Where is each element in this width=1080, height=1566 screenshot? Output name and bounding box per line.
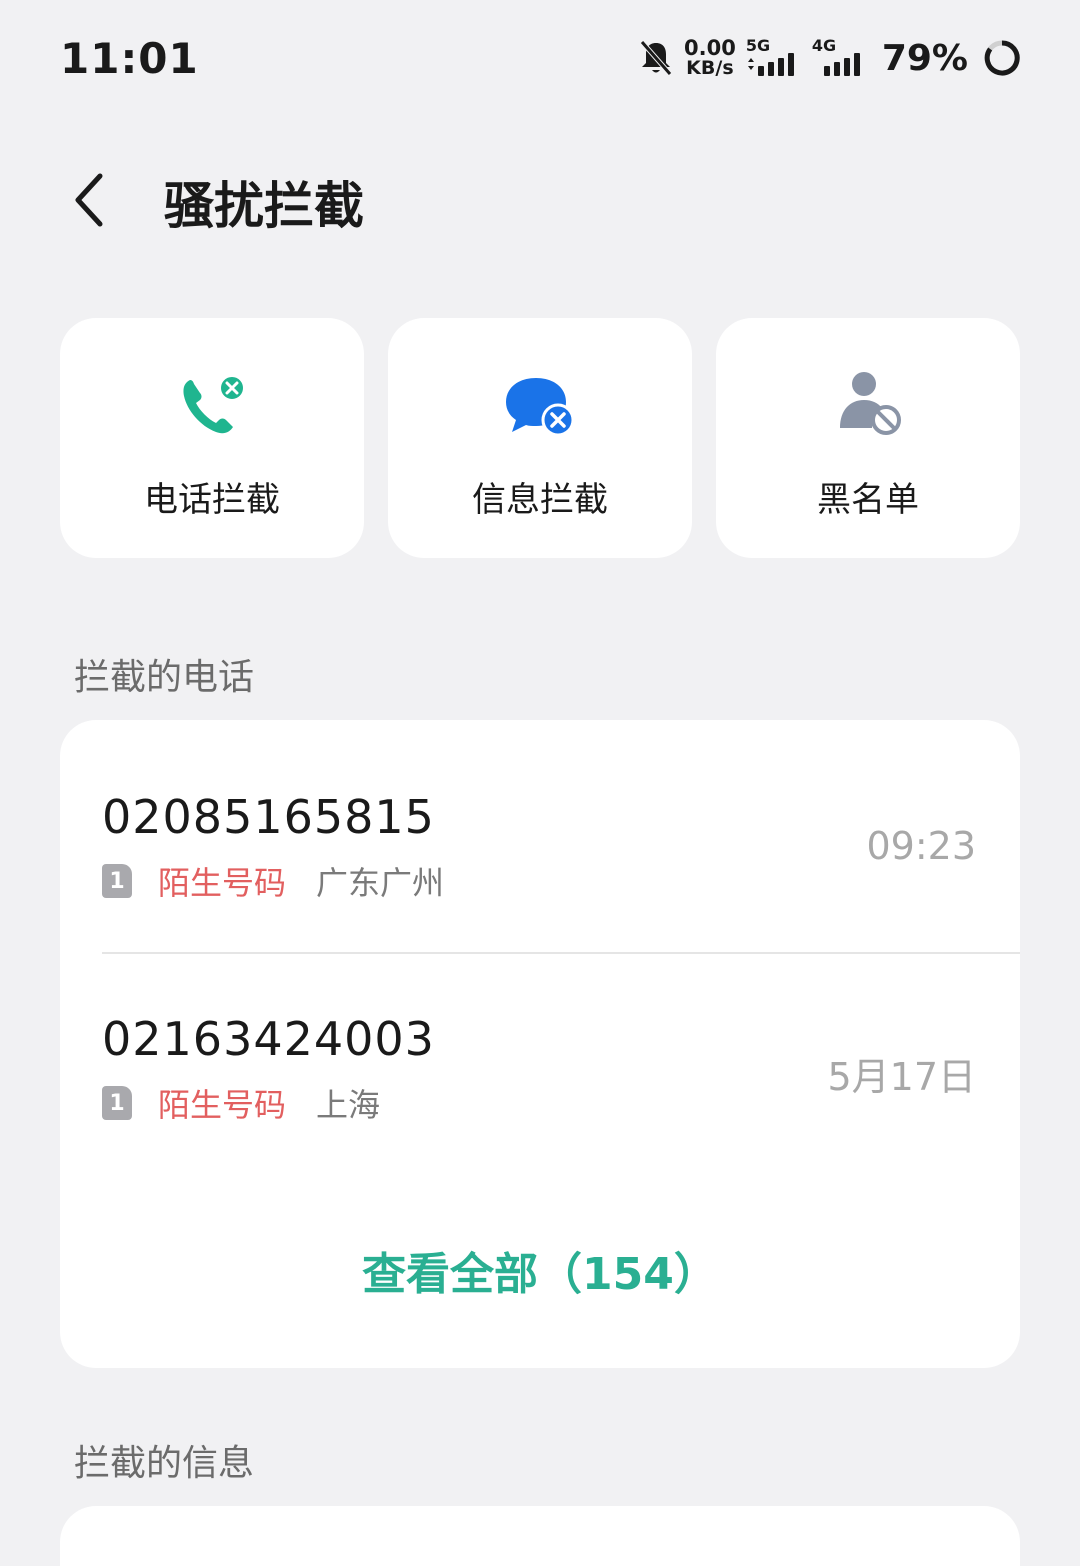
blacklist-card[interactable]: 黑名单 xyxy=(716,318,1020,558)
sim-card-icon: 1 xyxy=(102,864,132,898)
status-indicators: 0.00 KB/s 5G 4G 79% xyxy=(638,34,1022,82)
blocked-messages-panel xyxy=(60,1506,1020,1566)
call-blocking-label: 电话拦截 xyxy=(144,480,280,520)
call-list-item[interactable]: 02085165815 1 陌生号码 广东广州 09:23 xyxy=(60,720,1020,942)
page-title: 骚扰拦截 xyxy=(164,177,364,235)
message-blocked-icon xyxy=(506,378,575,437)
call-location: 上海 xyxy=(316,1086,381,1124)
message-blocking-label: 信息拦截 xyxy=(472,480,608,520)
battery-percentage: 79% xyxy=(881,37,968,79)
signal-strength-icon xyxy=(747,53,794,76)
call-location: 广东广州 xyxy=(316,864,445,902)
quick-actions: 电话拦截 信息拦截 黑名单 xyxy=(60,318,1020,558)
status-bar: 11:01 0.00 KB/s 5G 4G 79% xyxy=(0,0,1080,116)
sim2-signal: 4G xyxy=(812,36,868,80)
back-button[interactable] xyxy=(60,168,120,232)
call-number: 02163424003 xyxy=(102,1012,435,1066)
blocked-messages-heading: 拦截的信息 xyxy=(74,1443,255,1484)
chevron-left-icon xyxy=(75,173,103,227)
phone-blocked-icon xyxy=(183,375,245,434)
status-time: 11:01 xyxy=(60,34,199,83)
network-speed-unit: KB/s xyxy=(686,57,734,79)
blocked-calls-heading: 拦截的电话 xyxy=(74,657,255,698)
call-time: 5月17日 xyxy=(827,1055,976,1099)
call-blocking-card[interactable]: 电话拦截 xyxy=(60,318,364,558)
blacklist-label: 黑名单 xyxy=(817,480,919,520)
sim1-signal: 5G xyxy=(746,36,802,80)
app-header: 骚扰拦截 xyxy=(0,150,1080,250)
bell-muted-icon xyxy=(640,40,672,76)
view-all-calls-button[interactable]: 查看全部（154） xyxy=(60,1238,1020,1302)
message-blocking-card[interactable]: 信息拦截 xyxy=(388,318,692,558)
call-number: 02085165815 xyxy=(102,790,435,844)
blacklist-user-icon xyxy=(840,372,901,435)
sim-card-icon: 1 xyxy=(102,1086,132,1120)
call-list-item[interactable]: 02163424003 1 陌生号码 上海 5月17日 xyxy=(60,942,1020,1164)
call-tag: 陌生号码 xyxy=(158,864,287,902)
call-time: 09:23 xyxy=(866,824,976,868)
battery-ring-icon xyxy=(984,40,1020,76)
blocked-calls-panel: 02085165815 1 陌生号码 广东广州 09:23 0216342400… xyxy=(60,720,1020,1368)
network-speed: 0.00 KB/s xyxy=(684,36,736,79)
call-meta: 1 陌生号码 上海 xyxy=(102,1080,380,1126)
network-speed-value: 0.00 xyxy=(684,36,736,60)
call-meta: 1 陌生号码 广东广州 xyxy=(102,858,444,904)
signal-strength-icon xyxy=(823,53,860,76)
call-tag: 陌生号码 xyxy=(158,1086,287,1124)
